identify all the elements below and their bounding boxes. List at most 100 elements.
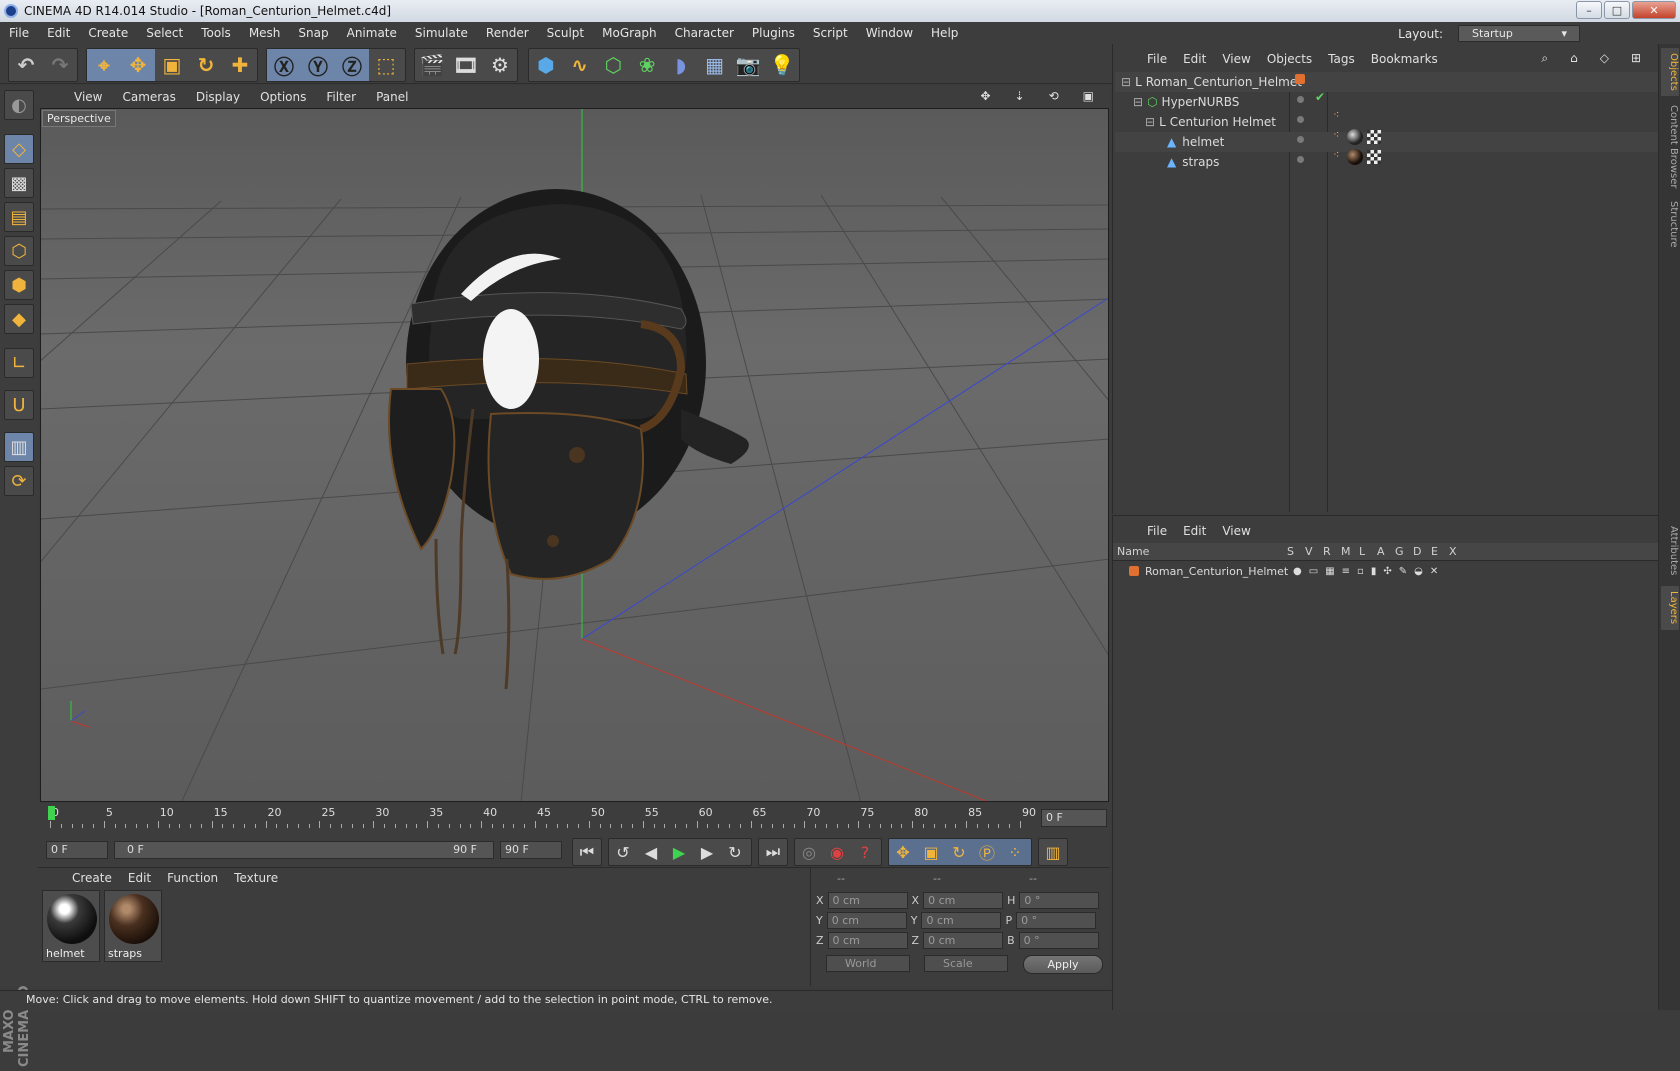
- column-render[interactable]: R: [1323, 545, 1341, 558]
- menu-script[interactable]: Script: [804, 26, 857, 40]
- tab-layers[interactable]: Layers: [1661, 586, 1679, 630]
- autokey-icon[interactable]: ◉: [823, 839, 851, 865]
- column-animation[interactable]: A: [1377, 545, 1395, 558]
- array-icon[interactable]: ❀: [630, 49, 664, 81]
- object-row[interactable]: ▲ straps: [1115, 152, 1659, 172]
- viewport[interactable]: Perspective: [40, 108, 1109, 802]
- object-row[interactable]: ⊟ ⬡ HyperNURBS: [1115, 92, 1659, 112]
- layer-color-swatch[interactable]: [1129, 566, 1139, 576]
- polygons-mode-icon[interactable]: ◆: [4, 304, 34, 334]
- coordinate-system-icon[interactable]: ⬚: [369, 49, 403, 81]
- timeline[interactable]: 0 5 10 15 20 25 30 35 40 45 50 55 60 65 70 75 80 85 90 0 F: [38, 804, 1110, 834]
- light-icon[interactable]: 💡: [765, 49, 799, 81]
- menu-select[interactable]: Select: [137, 26, 192, 40]
- visibility-dot[interactable]: [1297, 96, 1304, 103]
- uvw-tag-icon[interactable]: [1367, 150, 1381, 164]
- playhead[interactable]: [48, 806, 55, 820]
- uvw-tag-icon[interactable]: [1367, 130, 1381, 144]
- column-view[interactable]: V: [1305, 545, 1323, 558]
- layer-menu-file[interactable]: File: [1139, 524, 1175, 538]
- menu-snap[interactable]: Snap: [289, 26, 337, 40]
- maximize-button[interactable]: □: [1604, 1, 1630, 19]
- layer-menu-edit[interactable]: Edit: [1175, 524, 1214, 538]
- generator-icon[interactable]: ✣: [1383, 566, 1391, 577]
- timeline-ruler[interactable]: 0 5 10 15 20 25 30 35 40 45 50 55 60 65 70 75 80 85 90: [48, 804, 1036, 832]
- material-straps[interactable]: straps: [104, 890, 162, 962]
- render-view-icon[interactable]: 🎬: [415, 49, 449, 81]
- tab-structure[interactable]: Structure: [1661, 194, 1679, 254]
- material-menu-create[interactable]: Create: [64, 871, 120, 885]
- minimize-button[interactable]: –: [1576, 1, 1602, 19]
- key-parameter-icon[interactable]: Ⓟ: [973, 839, 1001, 865]
- workplane-icon[interactable]: ▤: [4, 202, 34, 232]
- menu-edit[interactable]: Edit: [38, 26, 79, 40]
- next-key-icon[interactable]: ↻: [721, 839, 749, 865]
- visibility-dot[interactable]: [1297, 136, 1304, 143]
- cube-icon[interactable]: ⬢: [529, 49, 563, 81]
- layer-color-swatch[interactable]: [1295, 74, 1305, 84]
- layer-menu-view[interactable]: View: [1214, 524, 1258, 538]
- visibility-dot[interactable]: [1297, 116, 1304, 123]
- z-axis-lock-icon[interactable]: Ⓩ: [335, 49, 369, 81]
- expression-icon[interactable]: ◒: [1414, 566, 1423, 577]
- coordinate-mode-dropdown[interactable]: Scale: [924, 955, 1008, 972]
- axis-mode-icon[interactable]: ∟: [4, 348, 34, 378]
- object-row[interactable]: ⊟ L Centurion Helmet: [1115, 112, 1659, 132]
- animation-icon[interactable]: ▮: [1371, 566, 1377, 577]
- points-mode-icon[interactable]: ⬡: [4, 236, 34, 266]
- menu-animate[interactable]: Animate: [338, 26, 406, 40]
- menu-sculpt[interactable]: Sculpt: [538, 26, 593, 40]
- home-icon[interactable]: ⌂: [1562, 51, 1586, 66]
- column-xref[interactable]: X: [1449, 545, 1467, 558]
- phong-tag-icon[interactable]: ⁖: [1333, 108, 1339, 121]
- render-settings-icon[interactable]: ⚙: [483, 49, 517, 81]
- object-row[interactable]: ⊟ L Roman_Centurion_Helmet: [1115, 72, 1659, 92]
- menu-render[interactable]: Render: [477, 26, 538, 40]
- layout-dropdown[interactable]: Startup ▾: [1458, 25, 1580, 42]
- viewport-menu-display[interactable]: Display: [186, 90, 250, 104]
- go-to-end-icon[interactable]: ⏭: [759, 839, 787, 865]
- menu-window[interactable]: Window: [857, 26, 922, 40]
- collapse-icon[interactable]: ⊟: [1145, 115, 1155, 129]
- menu-plugins[interactable]: Plugins: [743, 26, 804, 40]
- phong-tag-icon[interactable]: ⁖: [1333, 148, 1339, 161]
- live-selection-icon[interactable]: ⌖: [87, 49, 121, 81]
- menu-file[interactable]: File: [0, 26, 38, 40]
- menu-help[interactable]: Help: [922, 26, 967, 40]
- rotate-view-icon[interactable]: ⟲: [1039, 89, 1069, 103]
- phong-tag-icon[interactable]: ⁖: [1333, 128, 1339, 141]
- redo-icon[interactable]: ↷: [43, 49, 77, 81]
- play-icon[interactable]: ▶: [665, 839, 693, 865]
- size-x-field[interactable]: 0 cm: [923, 891, 1004, 909]
- move-icon[interactable]: ✥: [121, 49, 155, 81]
- workplane-lock-icon[interactable]: ▥: [4, 432, 34, 462]
- previous-key-icon[interactable]: ↺: [609, 839, 637, 865]
- position-y-field[interactable]: 0 cm: [826, 911, 907, 929]
- view-icon[interactable]: ▭: [1309, 566, 1318, 577]
- x-axis-lock-icon[interactable]: Ⓧ: [267, 49, 301, 81]
- viewport-menu-view[interactable]: View: [64, 90, 112, 104]
- manager-icon[interactable]: ≡: [1342, 566, 1350, 577]
- viewport-menu-filter[interactable]: Filter: [316, 90, 366, 104]
- helmet-model[interactable]: [388, 189, 749, 690]
- material-menu-edit[interactable]: Edit: [120, 871, 159, 885]
- snap-icon[interactable]: ⟳: [4, 466, 34, 496]
- enabled-check-icon[interactable]: ✔: [1315, 90, 1325, 104]
- object-row[interactable]: ▲ helmet: [1115, 132, 1659, 152]
- object-menu-objects[interactable]: Objects: [1259, 52, 1320, 66]
- column-name[interactable]: Name: [1117, 545, 1287, 558]
- current-frame-field[interactable]: 0 F: [1041, 809, 1107, 827]
- rotation-p-field[interactable]: 0 °: [1016, 911, 1097, 929]
- tab-objects[interactable]: Objects: [1661, 48, 1679, 96]
- new-window-icon[interactable]: ⊞: [1623, 51, 1649, 66]
- start-frame-field[interactable]: 0 F: [46, 841, 108, 859]
- record-position-icon[interactable]: ◎: [795, 839, 823, 865]
- object-menu-edit[interactable]: Edit: [1175, 52, 1214, 66]
- key-position-icon[interactable]: ✥: [889, 839, 917, 865]
- column-manager[interactable]: M: [1341, 545, 1359, 558]
- rotation-h-field[interactable]: 0 °: [1019, 891, 1100, 909]
- xref-icon[interactable]: ✕: [1430, 566, 1438, 577]
- layer-icon[interactable]: ◇: [1592, 51, 1617, 66]
- range-slider[interactable]: 0 F 90 F: [114, 841, 494, 859]
- close-button[interactable]: ✕: [1632, 1, 1676, 19]
